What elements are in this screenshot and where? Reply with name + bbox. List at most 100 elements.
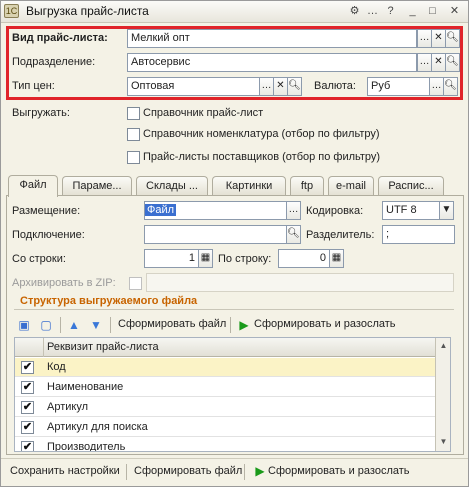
check-all-icon[interactable]: ▣ bbox=[16, 317, 32, 333]
select-button[interactable]: … bbox=[259, 77, 274, 96]
help-icon[interactable]: ? bbox=[382, 3, 399, 19]
uncheck-all-icon[interactable]: ▢ bbox=[38, 317, 54, 333]
grid-column-header[interactable]: Реквизит прайс-листа bbox=[47, 341, 159, 353]
row-checkbox[interactable]: ✔ bbox=[21, 361, 34, 374]
department-input[interactable]: Автосервис bbox=[127, 53, 417, 72]
placement-input[interactable]: Файл bbox=[144, 201, 287, 220]
divider bbox=[14, 309, 454, 310]
divider bbox=[110, 317, 111, 333]
form-file-button[interactable]: Сформировать файл bbox=[118, 318, 226, 330]
save-settings-button[interactable]: Сохранить настройки bbox=[10, 465, 120, 477]
table-row[interactable]: ✔ Код bbox=[15, 358, 435, 377]
chevron-down-icon[interactable]: ▼ bbox=[439, 201, 454, 220]
calculator-icon[interactable]: ▦ bbox=[329, 249, 344, 268]
move-down-icon[interactable]: ▼ bbox=[88, 317, 104, 333]
tab-email[interactable]: e-mail bbox=[328, 176, 374, 196]
zip-checkbox[interactable] bbox=[129, 277, 142, 290]
clear-icon[interactable]: ✕ bbox=[273, 77, 288, 96]
export-price-list-label: Справочник прайс-лист bbox=[143, 107, 264, 119]
tab-schedule[interactable]: Распис... bbox=[378, 176, 444, 196]
play-icon: ▶ bbox=[255, 464, 265, 478]
open-icon[interactable]: 🔍︎ bbox=[287, 77, 302, 96]
to-row-input[interactable]: 0 bbox=[278, 249, 330, 268]
price-type-input[interactable]: Оптовая bbox=[127, 77, 260, 96]
more-icon[interactable]: … bbox=[364, 3, 381, 19]
price-list-type-input[interactable]: Мелкий опт bbox=[127, 29, 417, 48]
minimize-icon[interactable]: _ bbox=[404, 3, 421, 19]
open-icon[interactable]: 🔍︎ bbox=[445, 29, 460, 48]
open-icon[interactable]: 🔍︎ bbox=[443, 77, 458, 96]
form-icon: 1С bbox=[4, 4, 19, 18]
currency-input[interactable]: Руб bbox=[367, 77, 430, 96]
form-and-send-button[interactable]: Сформировать и разослать bbox=[254, 318, 396, 330]
to-row-label: По строку: bbox=[218, 253, 272, 265]
row-label: Артикул bbox=[47, 401, 89, 413]
row-label: Артикул для поиска bbox=[47, 421, 148, 433]
select-button[interactable]: … bbox=[417, 53, 432, 72]
price-type-label: Тип цен: bbox=[12, 80, 55, 92]
export-nomenclature-label: Справочник номенклатура (отбор по фильтр… bbox=[143, 128, 380, 140]
export-supplier-price-lists-checkbox[interactable] bbox=[127, 151, 140, 164]
tab-file[interactable]: Файл bbox=[8, 175, 58, 197]
encoding-select[interactable]: UTF 8 bbox=[382, 201, 440, 220]
encoding-label: Кодировка: bbox=[306, 205, 364, 217]
clear-icon[interactable]: ✕ bbox=[431, 53, 446, 72]
divider bbox=[230, 317, 231, 333]
from-row-label: Со строки: bbox=[12, 253, 66, 265]
row-checkbox[interactable]: ✔ bbox=[21, 381, 34, 394]
scrollbar[interactable]: ▲ ▼ bbox=[435, 338, 450, 451]
bottom-form-file-button[interactable]: Сформировать файл bbox=[134, 465, 242, 477]
move-up-icon[interactable]: ▲ bbox=[66, 317, 82, 333]
divider bbox=[126, 464, 127, 480]
open-icon[interactable]: 🔍︎ bbox=[445, 53, 460, 72]
separator-input[interactable]: ; bbox=[382, 225, 455, 244]
tab-parameters[interactable]: Параме... bbox=[62, 176, 132, 196]
row-checkbox[interactable]: ✔ bbox=[21, 401, 34, 414]
structure-grid[interactable]: Реквизит прайс-листа ✔ Код ✔ Наименовани… bbox=[14, 337, 451, 452]
divider bbox=[60, 317, 61, 333]
search-icon[interactable]: 🔍︎ bbox=[286, 225, 301, 244]
export-price-list-checkbox[interactable] bbox=[127, 107, 140, 120]
select-button[interactable]: … bbox=[417, 29, 432, 48]
currency-label: Валюта: bbox=[314, 80, 356, 92]
select-button[interactable]: … bbox=[286, 201, 301, 220]
tab-warehouses[interactable]: Склады ... bbox=[136, 176, 208, 196]
export-nomenclature-checkbox[interactable] bbox=[127, 128, 140, 141]
from-row-input[interactable]: 1 bbox=[144, 249, 199, 268]
grid-header: Реквизит прайс-листа bbox=[15, 338, 435, 357]
connection-label: Подключение: bbox=[12, 229, 85, 241]
divider bbox=[43, 338, 44, 357]
row-label: Наименование bbox=[47, 381, 124, 393]
row-checkbox[interactable]: ✔ bbox=[21, 421, 34, 434]
tab-pictures[interactable]: Картинки bbox=[212, 176, 286, 196]
tab-ftp[interactable]: ftp bbox=[290, 176, 324, 196]
clear-icon[interactable]: ✕ bbox=[431, 29, 446, 48]
price-list-type-label: Вид прайс-листа: bbox=[12, 32, 108, 44]
department-label: Подразделение: bbox=[12, 56, 96, 68]
table-row[interactable]: ✔ Производитель bbox=[15, 438, 435, 452]
select-button[interactable]: … bbox=[429, 77, 444, 96]
divider bbox=[244, 464, 245, 480]
table-row[interactable]: ✔ Наименование bbox=[15, 378, 435, 397]
structure-title: Структура выгружаемого файла bbox=[20, 295, 198, 307]
row-label: Код bbox=[47, 361, 66, 373]
window-title: Выгрузка прайс-листа bbox=[26, 4, 149, 18]
play-icon: ▶ bbox=[239, 318, 249, 332]
scroll-down-icon[interactable]: ▼ bbox=[437, 435, 450, 449]
calculator-icon[interactable]: ▦ bbox=[198, 249, 213, 268]
export-label: Выгружать: bbox=[12, 107, 70, 119]
close-icon[interactable]: ✕ bbox=[446, 3, 463, 19]
table-row[interactable]: ✔ Артикул bbox=[15, 398, 435, 417]
settings-icon[interactable]: ⚙ bbox=[346, 3, 363, 19]
row-checkbox[interactable]: ✔ bbox=[21, 441, 34, 451]
connection-input[interactable] bbox=[144, 225, 287, 244]
bottom-form-and-send-button[interactable]: Сформировать и разослать bbox=[268, 465, 410, 477]
export-supplier-price-lists-label: Прайс-листы поставщиков (отбор по фильтр… bbox=[143, 151, 381, 163]
zip-label: Архивировать в ZIP: bbox=[12, 277, 116, 289]
placement-value: Файл bbox=[145, 204, 177, 216]
maximize-icon[interactable]: □ bbox=[424, 3, 441, 19]
zip-field bbox=[146, 273, 454, 292]
table-row[interactable]: ✔ Артикул для поиска bbox=[15, 418, 435, 437]
row-label: Производитель bbox=[47, 441, 126, 452]
scroll-up-icon[interactable]: ▲ bbox=[437, 339, 450, 353]
